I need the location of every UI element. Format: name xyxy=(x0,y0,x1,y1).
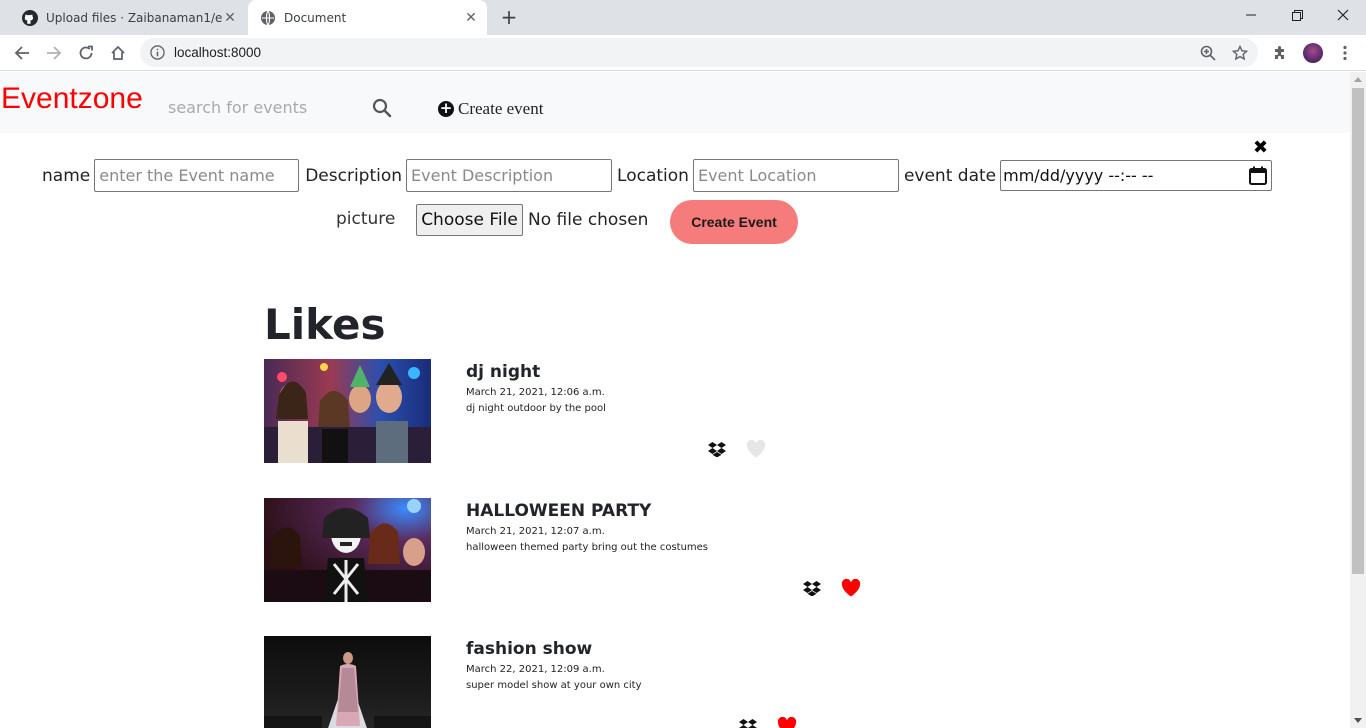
close-window-icon[interactable] xyxy=(1320,0,1366,30)
forward-icon[interactable] xyxy=(42,41,66,65)
close-form-icon[interactable]: ✖ xyxy=(1253,139,1268,157)
likes-heading: Likes xyxy=(264,300,386,349)
scroll-up-icon[interactable] xyxy=(1354,77,1362,82)
event-date: March 21, 2021, 12:06 a.m. xyxy=(466,387,605,398)
event-card: HALLOWEEN PARTY March 21, 2021, 12:07 a.… xyxy=(264,498,884,602)
tab-title: Upload files · Zaibanaman1/event xyxy=(46,10,222,25)
page-viewport: Eventzone + Create event ✖ name Descript… xyxy=(0,72,1350,728)
browser-toolbar: localhost:8000 xyxy=(0,35,1366,71)
site-navbar: Eventzone + Create event xyxy=(0,72,1350,133)
create-event-link[interactable]: + Create event xyxy=(438,99,543,119)
tab-document[interactable]: Document ✕ xyxy=(248,0,487,35)
picture-label: picture xyxy=(336,209,396,229)
name-label: name xyxy=(42,165,91,186)
scrollbar-thumb[interactable] xyxy=(1352,88,1364,574)
event-card: fashion show March 22, 2021, 12:09 a.m. … xyxy=(264,636,884,728)
brand-logo[interactable]: Eventzone xyxy=(1,82,143,116)
event-title: dj night xyxy=(466,362,541,382)
zoom-icon[interactable] xyxy=(1199,44,1217,62)
event-date-value: mm/dd/yyyy --:-- -- xyxy=(1003,166,1154,185)
info-icon[interactable] xyxy=(150,45,165,60)
event-date-label: event date xyxy=(903,165,997,186)
create-event-button[interactable]: Create Event xyxy=(670,200,798,244)
scroll-down-icon[interactable] xyxy=(1354,718,1362,723)
close-tab-icon[interactable]: ✕ xyxy=(222,10,238,26)
dropbox-icon[interactable] xyxy=(739,718,757,728)
event-title: fashion show xyxy=(466,639,593,659)
tab-title: Document xyxy=(284,10,347,25)
event-date: March 21, 2021, 12:07 a.m. xyxy=(466,526,605,537)
profile-avatar[interactable] xyxy=(1301,41,1325,65)
event-description: dj night outdoor by the pool xyxy=(466,403,606,414)
event-image xyxy=(264,498,431,602)
restore-icon[interactable] xyxy=(1274,0,1320,30)
dropbox-icon[interactable] xyxy=(803,580,821,596)
minimize-icon[interactable] xyxy=(1228,0,1274,30)
plus-circle-icon: + xyxy=(438,99,454,117)
close-tab-icon[interactable]: ✕ xyxy=(463,10,479,26)
dropbox-icon[interactable] xyxy=(708,441,726,457)
event-location-input[interactable] xyxy=(692,159,899,192)
bookmark-star-icon[interactable] xyxy=(1231,44,1249,62)
url-text: localhost:8000 xyxy=(174,45,262,60)
avatar xyxy=(1303,43,1323,63)
new-tab-icon[interactable]: + xyxy=(498,6,520,28)
extensions-icon[interactable] xyxy=(1268,41,1292,65)
heart-icon[interactable] xyxy=(841,579,861,597)
search-input[interactable] xyxy=(166,92,366,122)
back-icon[interactable] xyxy=(10,41,34,65)
location-label: Location xyxy=(617,165,689,186)
tab-upload-files[interactable]: Upload files · Zaibanaman1/event ✕ xyxy=(10,0,246,35)
event-card: dj night March 21, 2021, 12:06 a.m. dj n… xyxy=(264,359,884,463)
file-status-text: No file chosen xyxy=(528,210,649,230)
event-date: March 22, 2021, 12:09 a.m. xyxy=(466,664,605,675)
github-icon xyxy=(22,9,38,26)
address-bar[interactable]: localhost:8000 xyxy=(140,38,1258,67)
event-name-input[interactable] xyxy=(94,159,300,192)
heart-icon[interactable] xyxy=(746,440,766,458)
event-description-input[interactable] xyxy=(406,159,613,192)
menu-kebab-icon[interactable] xyxy=(1333,41,1357,65)
choose-file-button[interactable]: Choose File xyxy=(416,204,523,236)
home-icon[interactable] xyxy=(106,41,130,65)
event-description: halloween themed party bring out the cos… xyxy=(466,542,709,553)
heart-icon[interactable] xyxy=(777,717,797,728)
event-title: HALLOWEEN PARTY xyxy=(466,501,652,521)
event-image xyxy=(264,359,431,463)
event-description: super model show at your own city xyxy=(466,680,642,691)
page-scrollbar[interactable] xyxy=(1350,72,1366,728)
reload-icon[interactable] xyxy=(74,41,98,65)
create-event-link-label: Create event xyxy=(458,99,544,118)
calendar-icon[interactable] xyxy=(1249,166,1268,185)
event-image xyxy=(264,636,431,728)
event-date-input[interactable]: mm/dd/yyyy --:-- -- xyxy=(1000,160,1273,191)
event-form-row: name Description Location event date mm/… xyxy=(42,159,1273,192)
browser-tab-strip: Upload files · Zaibanaman1/event ✕ Docum… xyxy=(0,0,1366,35)
search-icon[interactable] xyxy=(372,98,392,118)
globe-icon xyxy=(261,10,275,25)
description-label: Description xyxy=(305,165,403,186)
